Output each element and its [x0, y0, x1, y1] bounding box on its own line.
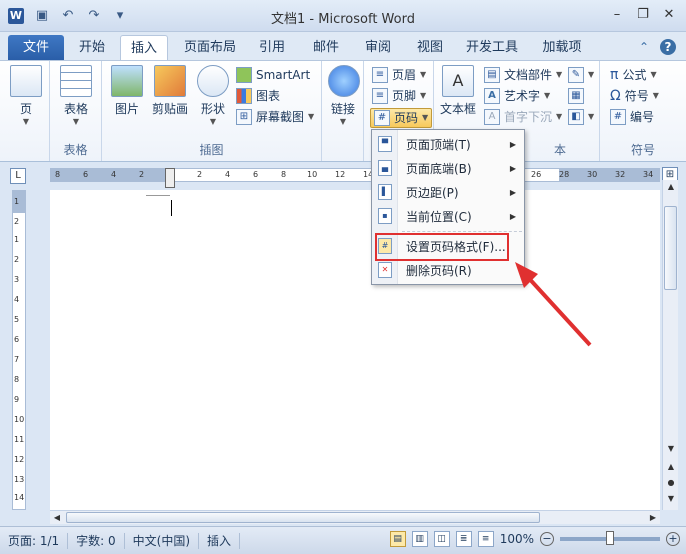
annotation-arrow	[515, 262, 592, 347]
